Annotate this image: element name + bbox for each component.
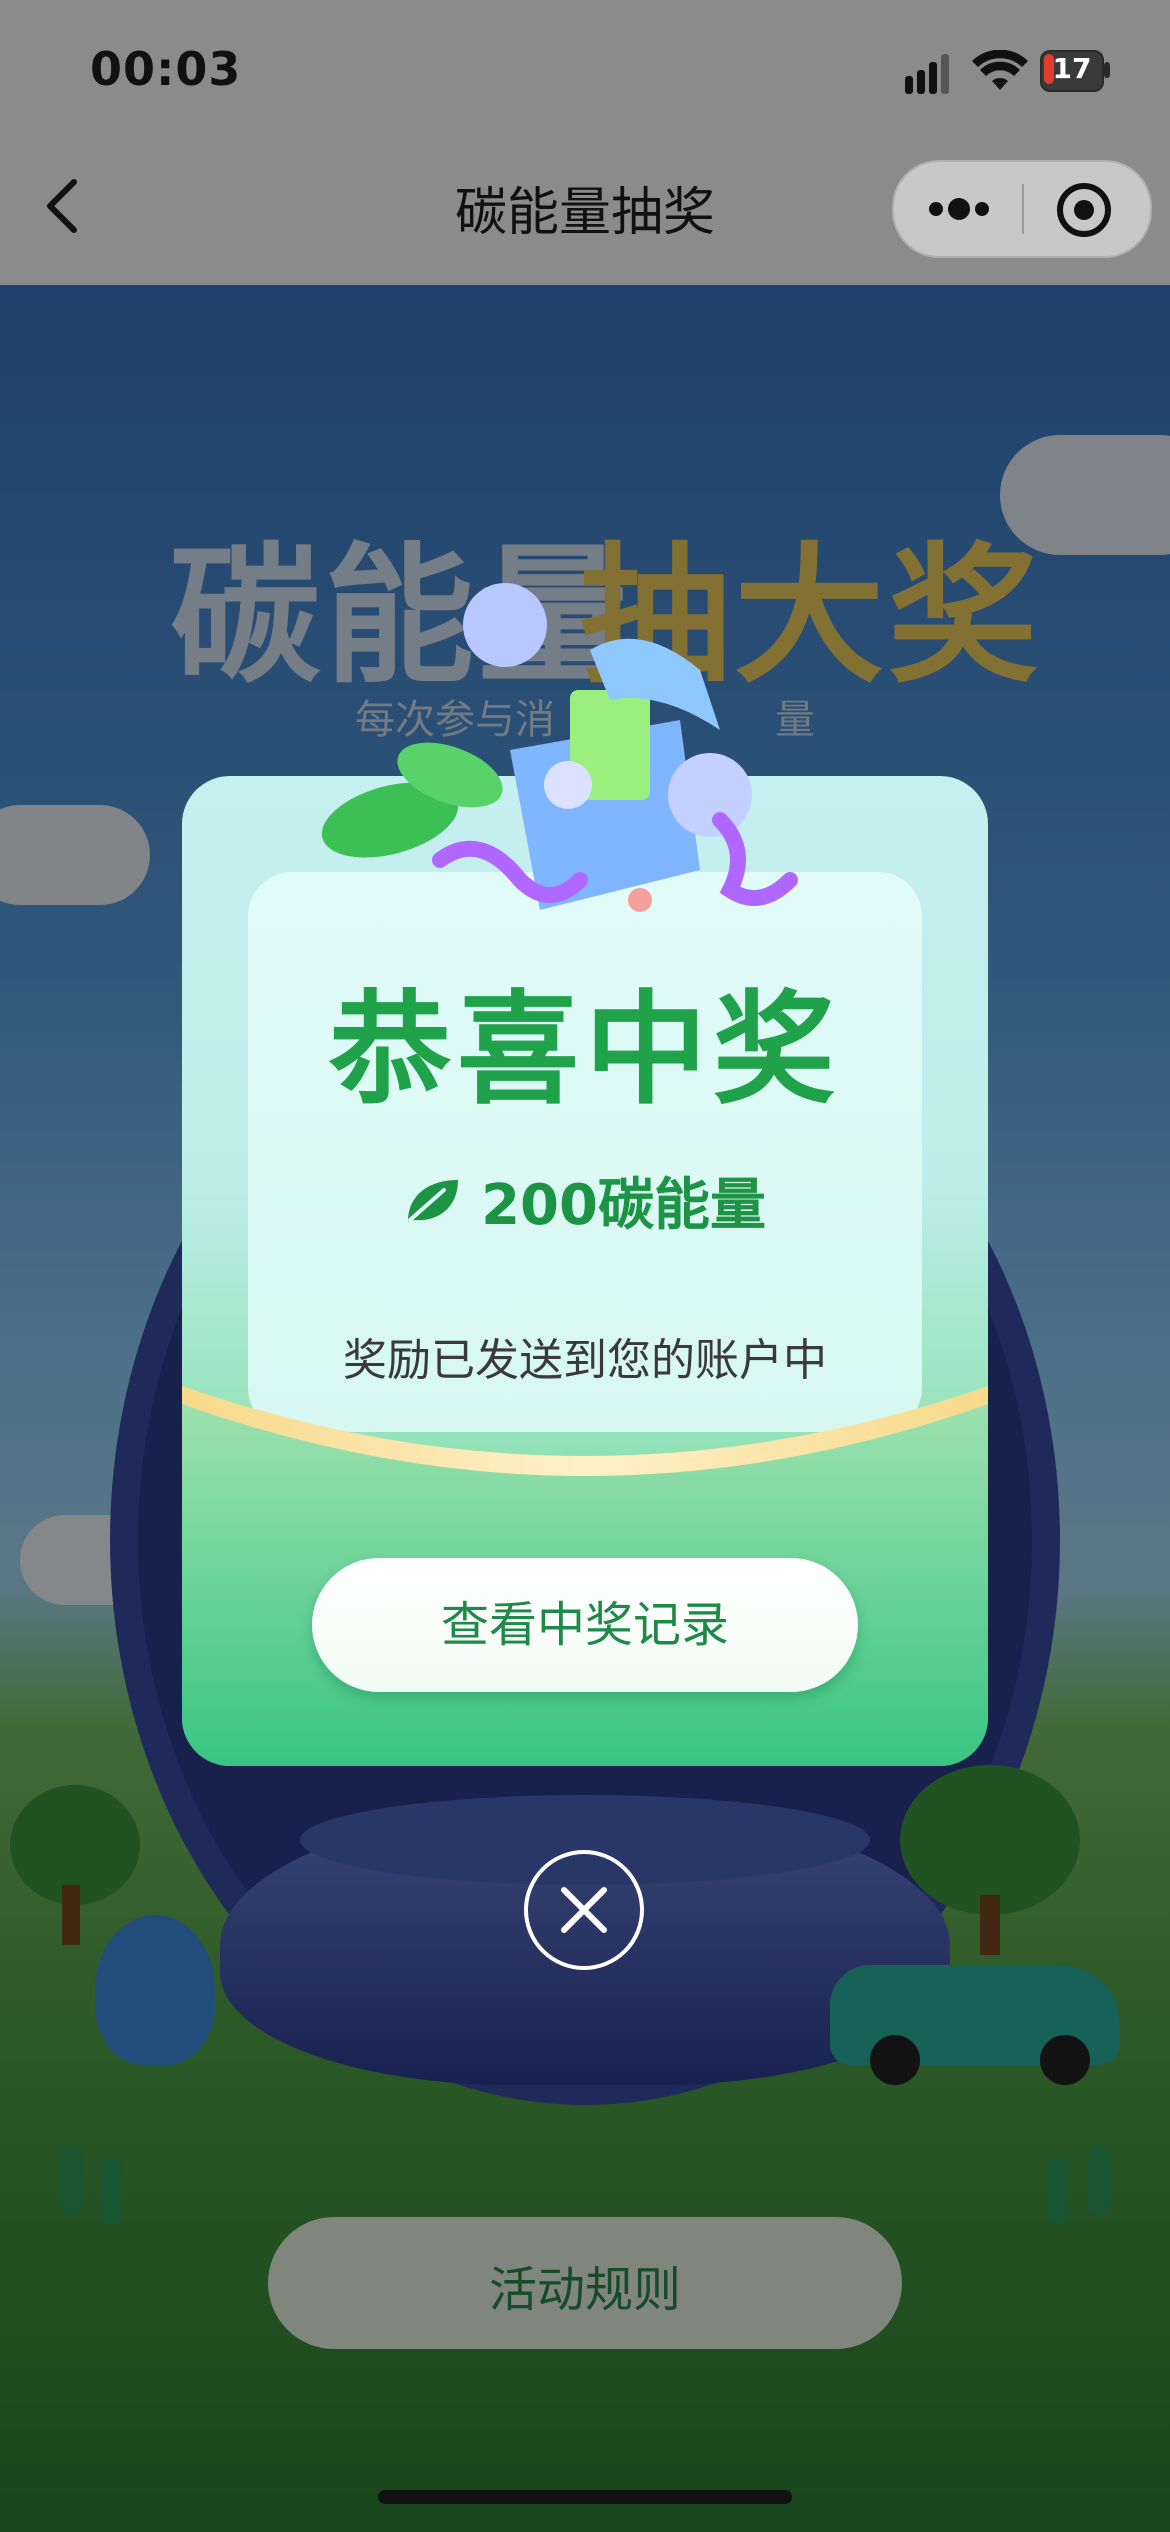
miniprogram-capsule <box>892 160 1152 258</box>
battery-indicator: 17 <box>1040 50 1112 92</box>
reward-description: 奖励已发送到您的账户中 <box>343 1335 827 1386</box>
target-icon[interactable] <box>1056 182 1112 238</box>
leaf-icon <box>408 1179 458 1222</box>
battery-level-text: 17 <box>1052 52 1092 85</box>
status-time: 00:03 <box>90 42 242 96</box>
home-indicator <box>378 2490 792 2504</box>
close-circle-icon <box>561 1887 607 1933</box>
gift-box-illustration <box>321 583 798 912</box>
view-records-button[interactable]: 查看中奖记录 <box>312 1558 858 1692</box>
signal-icon <box>905 54 949 94</box>
reward-amount: 200碳能量 <box>481 1173 766 1238</box>
wifi-icon <box>972 50 1028 90</box>
more-dots-icon[interactable] <box>924 186 994 232</box>
close-modal-button[interactable] <box>524 1850 644 1970</box>
congrats-title: 恭喜中奖 <box>329 979 841 1121</box>
reward-row: 200碳能量 <box>182 1160 988 1241</box>
